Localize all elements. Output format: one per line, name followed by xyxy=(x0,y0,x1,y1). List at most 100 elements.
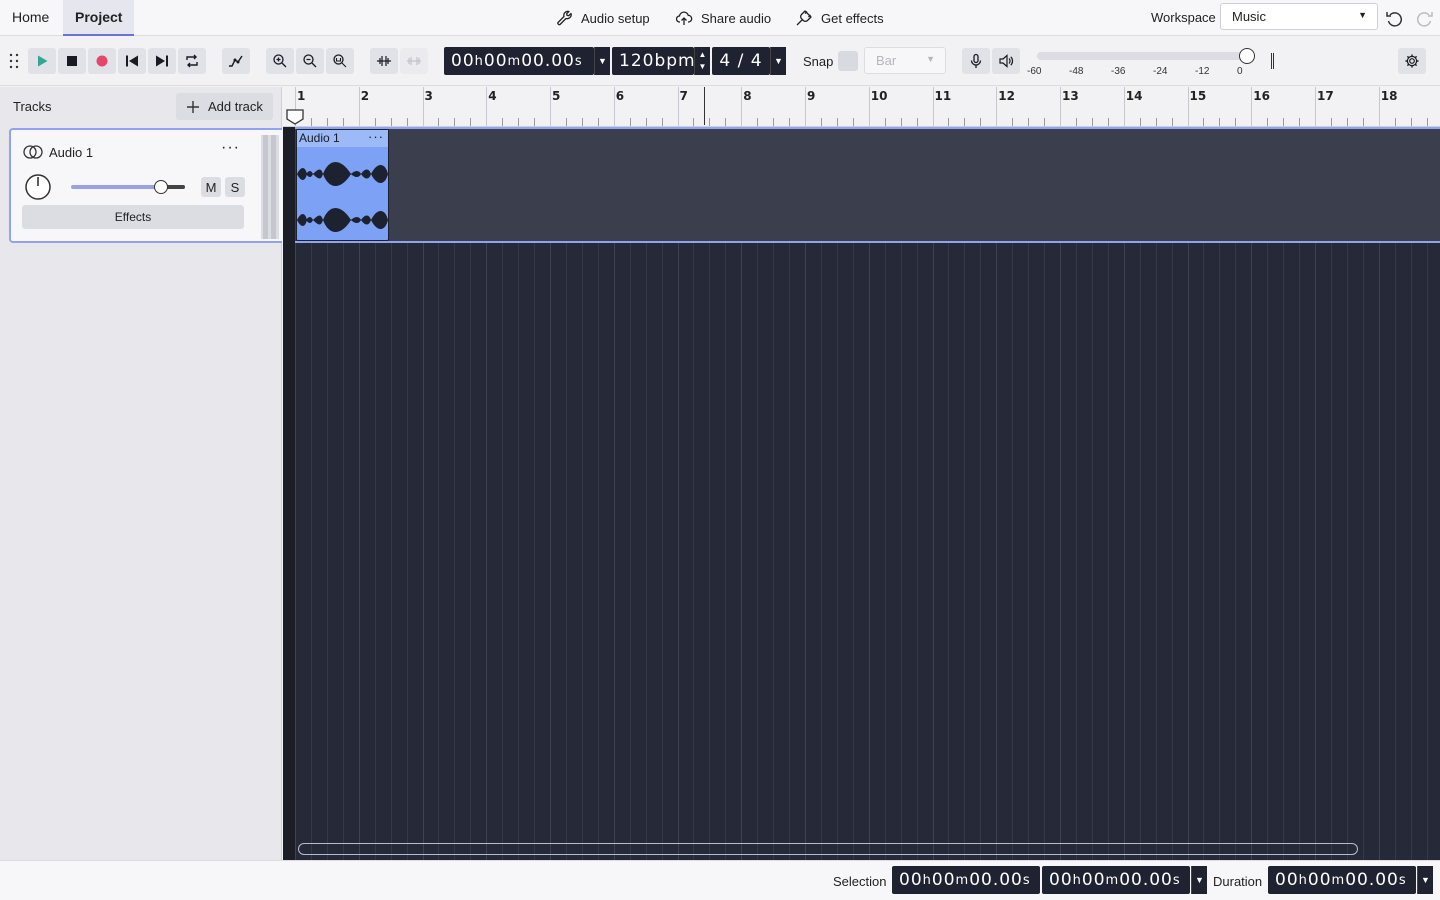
tempo-display[interactable]: 120 bpm xyxy=(612,47,695,75)
ruler-beat-tick xyxy=(1203,118,1205,126)
ruler-bar-line xyxy=(486,87,488,126)
speaker-button[interactable] xyxy=(992,48,1020,74)
tab-home[interactable]: Home xyxy=(0,0,61,36)
microphone-button[interactable] xyxy=(962,48,990,74)
time-seconds: 00.00 xyxy=(969,870,1023,890)
workspace-select[interactable]: Music ▼ xyxy=(1220,3,1378,30)
solo-button[interactable]: S xyxy=(225,177,245,197)
get-effects-button[interactable]: Get effects xyxy=(795,0,884,36)
skip-to-start-button[interactable] xyxy=(118,48,146,74)
arrow-up-icon[interactable]: ▲ xyxy=(699,49,707,61)
drag-handle-icon[interactable] xyxy=(8,53,20,69)
ruler-beat-tick xyxy=(789,118,791,126)
silence-button[interactable] xyxy=(400,48,428,74)
time-hours: 00 xyxy=(1275,870,1299,890)
ruler-beat-tick xyxy=(1075,118,1077,126)
ruler-bar-number: 16 xyxy=(1253,89,1270,103)
ruler-beat-tick xyxy=(661,118,663,126)
redo-icon[interactable] xyxy=(1413,7,1435,29)
pan-knob[interactable] xyxy=(24,173,52,201)
audio-clip[interactable]: Audio 1 ··· xyxy=(296,129,389,241)
record-button[interactable] xyxy=(88,48,116,74)
loop-icon xyxy=(186,54,198,68)
ruler-beat-tick xyxy=(597,118,599,126)
track-menu-button[interactable]: ··· xyxy=(221,140,240,156)
automation-button[interactable] xyxy=(222,48,250,74)
time-seconds: 00.00 xyxy=(1119,870,1173,890)
track-header[interactable]: Audio 1 ··· M S Effects xyxy=(9,128,282,243)
playback-volume-slider[interactable] xyxy=(1037,52,1249,60)
ruler-bar-number: 11 xyxy=(934,89,952,103)
add-track-button[interactable]: Add track xyxy=(176,93,273,120)
playhead-marker[interactable] xyxy=(286,109,304,125)
meter-tick-label: -48 xyxy=(1069,66,1084,77)
time-seconds: 00.00 xyxy=(521,51,575,71)
ruler-bar-number: 18 xyxy=(1380,89,1398,103)
zoom-out-button[interactable] xyxy=(296,48,324,74)
caret-down-icon: ▼ xyxy=(1421,875,1430,885)
ruler-bar-line xyxy=(550,87,551,126)
meter-tick-label: -24 xyxy=(1153,66,1168,77)
tab-project[interactable]: Project xyxy=(63,0,135,36)
horizontal-scrollbar[interactable] xyxy=(298,843,1358,855)
trim-icon xyxy=(377,56,391,66)
loop-button[interactable] xyxy=(178,48,206,74)
timeline[interactable]: 1 2 3 4 5 6 7 8 9 10 11 12 13 14 15 16 17 18 Audio 1 ··· xyxy=(283,87,1440,860)
ruler-beat-tick xyxy=(629,118,631,126)
tempo-value: 120 xyxy=(619,51,655,71)
tempo-stepper[interactable]: ▲ ▼ xyxy=(694,47,710,75)
ruler-beat-tick xyxy=(1346,118,1348,126)
play-icon xyxy=(38,55,48,67)
zoom-fit-button[interactable] xyxy=(326,48,354,74)
silence-icon xyxy=(407,57,421,65)
stop-button[interactable] xyxy=(58,48,86,74)
mute-button[interactable]: M xyxy=(201,177,221,197)
selection-start-display[interactable]: 00 h 00 m 00.00 s xyxy=(892,866,1040,894)
time-signature-dropdown[interactable]: ▼ xyxy=(770,47,786,75)
arrow-down-icon[interactable]: ▼ xyxy=(699,61,707,73)
selection-format-dropdown[interactable]: ▼ xyxy=(1191,866,1207,894)
ruler-bar-line xyxy=(868,87,870,126)
snap-select[interactable]: Bar ▼ xyxy=(864,47,946,74)
track-volume-thumb[interactable] xyxy=(154,180,168,194)
share-audio-button[interactable]: Share audio xyxy=(675,0,771,36)
time-signature-display[interactable]: 4 / 4 xyxy=(712,47,770,75)
ruler-bar-number: 9 xyxy=(807,89,816,103)
undo-icon[interactable] xyxy=(1384,7,1406,29)
trim-button[interactable] xyxy=(370,48,398,74)
track-lane[interactable] xyxy=(295,127,1440,243)
ruler-bar-number: 17 xyxy=(1317,89,1334,103)
ruler-bar-line xyxy=(996,87,998,126)
top-bar: Home Project Audio setup Share audio Get… xyxy=(0,0,1440,36)
ruler-beat-tick xyxy=(1426,118,1428,126)
workspace-value: Music xyxy=(1232,9,1266,24)
time-display[interactable]: 00 h 00 m 00.00 s xyxy=(444,47,594,75)
zoom-in-button[interactable] xyxy=(266,48,294,74)
gear-icon xyxy=(1405,54,1419,68)
settings-button[interactable] xyxy=(1398,48,1426,74)
time-hours: 00 xyxy=(1049,870,1073,890)
duration-display[interactable]: 00 h 00 m 00.00 s xyxy=(1268,866,1416,894)
time-format-dropdown[interactable]: ▼ xyxy=(594,47,610,75)
ruler-beat-tick xyxy=(518,118,520,126)
timeline-ruler[interactable]: 1 2 3 4 5 6 7 8 9 10 11 12 13 14 15 16 17 18 xyxy=(283,87,1440,127)
snap-checkbox[interactable] xyxy=(838,51,858,71)
play-button[interactable] xyxy=(28,48,56,74)
tracks-panel: Tracks Add track Audio 1 ··· M S Effects xyxy=(0,87,282,860)
track-name[interactable]: Audio 1 xyxy=(49,145,93,160)
playback-volume-thumb[interactable] xyxy=(1239,48,1255,64)
ruler-bar-line xyxy=(805,87,806,126)
duration-label: Duration xyxy=(1213,874,1263,889)
audio-setup-label: Audio setup xyxy=(581,10,650,26)
time-hours: 00 xyxy=(899,870,923,890)
effects-button[interactable]: Effects xyxy=(22,205,244,229)
toolbar: 00 h 00 m 00.00 s ▼ 120 bpm ▲ ▼ 4 / 4 ▼ Snap B… xyxy=(0,37,1440,86)
duration-format-dropdown[interactable]: ▼ xyxy=(1417,866,1433,894)
skip-to-end-button[interactable] xyxy=(148,48,176,74)
ruler-bar-number: 6 xyxy=(615,89,625,103)
ruler-beat-tick xyxy=(884,118,886,126)
clip-menu-button[interactable]: ··· xyxy=(368,129,384,144)
selection-end-display[interactable]: 00 h 00 m 00.00 s xyxy=(1042,866,1190,894)
wrench-icon xyxy=(557,10,572,26)
audio-setup-button[interactable]: Audio setup xyxy=(555,0,650,36)
